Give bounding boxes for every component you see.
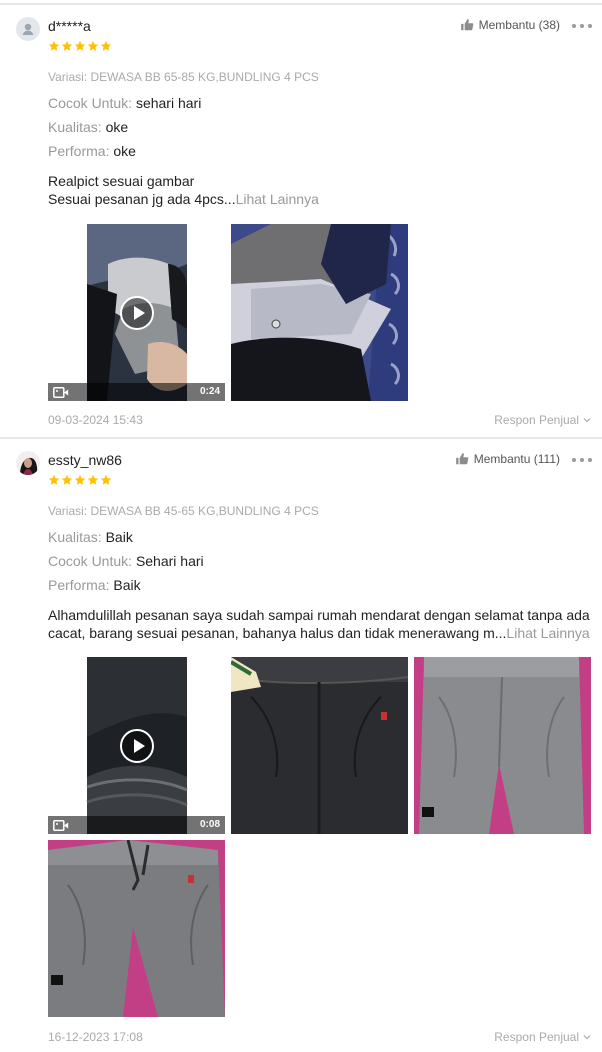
- review-text: Alhamdulillah pesanan saya sudah sampai …: [48, 606, 592, 642]
- review-text-line: Realpict sesuai gambar: [48, 173, 195, 189]
- attribute-row: Cocok Untuk: sehari hari: [48, 95, 201, 111]
- attribute-value: Sehari hari: [135, 553, 204, 569]
- attribute-value: Baik: [113, 577, 141, 593]
- chevron-down-icon: [582, 415, 592, 425]
- seller-response-label: Respon Penjual: [494, 1030, 579, 1044]
- review-photo-image: [48, 840, 225, 1017]
- star-icon: [74, 474, 86, 486]
- star-icon: [100, 40, 112, 52]
- review-photo-image: [231, 657, 408, 834]
- seller-response-toggle[interactable]: Respon Penjual: [494, 413, 592, 427]
- review-card: essty_nw86 Membantu (111) Variasi: DEWAS…: [0, 437, 602, 1052]
- star-icon: [74, 40, 86, 52]
- helpful-button[interactable]: Membantu (111): [455, 452, 560, 466]
- review-date: 16-12-2023 17:08: [48, 1030, 143, 1044]
- helpful-button[interactable]: Membantu (38): [460, 18, 560, 32]
- review-text-line: Sesuai pesanan jg ada 4pcs...: [48, 191, 236, 207]
- star-icon: [61, 474, 73, 486]
- star-icon: [48, 40, 60, 52]
- see-more-link[interactable]: Lihat Lainnya: [506, 625, 589, 641]
- star-icon: [100, 474, 112, 486]
- attribute-key: Performa:: [48, 577, 110, 593]
- attribute-row: Performa: Baik: [48, 577, 141, 593]
- video-info-bar: 0:24: [48, 383, 225, 401]
- review-username[interactable]: essty_nw86: [48, 452, 122, 468]
- attribute-value: oke: [105, 119, 129, 135]
- helpful-count: Membantu (111): [473, 452, 560, 466]
- review-photo[interactable]: [48, 840, 225, 1017]
- attribute-row: Kualitas: Baik: [48, 529, 133, 545]
- attribute-value: oke: [113, 143, 136, 159]
- video-camera-icon: [53, 387, 69, 398]
- play-icon[interactable]: [119, 728, 154, 763]
- star-icon: [87, 40, 99, 52]
- variant-info: Variasi: DEWASA BB 65-85 KG,BUNDLING 4 P…: [48, 70, 319, 84]
- star-icon: [61, 40, 73, 52]
- seller-response-label: Respon Penjual: [494, 413, 579, 427]
- thumbs-up-icon: [460, 18, 474, 32]
- more-dots-icon[interactable]: [572, 21, 592, 31]
- attribute-value: Baik: [105, 529, 133, 545]
- more-dots-icon[interactable]: [572, 455, 592, 465]
- video-info-bar: 0:08: [48, 816, 225, 834]
- variant-info: Variasi: DEWASA BB 45-65 KG,BUNDLING 4 P…: [48, 504, 319, 518]
- review-photo-image: [414, 657, 591, 834]
- review-text: Realpict sesuai gambar Sesuai pesanan jg…: [48, 172, 592, 208]
- review-video[interactable]: 0:24: [48, 224, 225, 401]
- user-avatar-icon[interactable]: [16, 451, 40, 475]
- attribute-key: Kualitas:: [48, 119, 102, 135]
- attribute-row: Kualitas: oke: [48, 119, 128, 135]
- attribute-key: Cocok Untuk:: [48, 553, 133, 569]
- helpful-count: Membantu (38): [478, 18, 560, 32]
- attribute-key: Cocok Untuk:: [48, 95, 133, 111]
- attribute-key: Performa:: [48, 143, 110, 159]
- attribute-row: Cocok Untuk: Sehari hari: [48, 553, 204, 569]
- review-date: 09-03-2024 15:43: [48, 413, 143, 427]
- review-text-line: Alhamdulillah pesanan saya sudah sampai …: [48, 607, 590, 623]
- rating-stars: [48, 40, 112, 52]
- review-photo[interactable]: [414, 657, 591, 834]
- attribute-key: Kualitas:: [48, 529, 102, 545]
- see-more-link[interactable]: Lihat Lainnya: [236, 191, 319, 207]
- review-photo[interactable]: [231, 224, 408, 401]
- video-duration: 0:08: [199, 819, 220, 830]
- thumbs-up-icon: [455, 452, 469, 466]
- star-icon: [48, 474, 60, 486]
- review-photo-image: [231, 224, 408, 401]
- user-avatar-icon[interactable]: [16, 17, 40, 41]
- attribute-value: sehari hari: [135, 95, 202, 111]
- video-camera-icon: [53, 820, 69, 831]
- review-text-line: cacat, barang sesuai pesanan, bahanya ha…: [48, 625, 507, 641]
- rating-stars: [48, 474, 112, 486]
- seller-response-toggle[interactable]: Respon Penjual: [494, 1030, 592, 1044]
- star-icon: [87, 474, 99, 486]
- review-photo[interactable]: [231, 657, 408, 834]
- play-icon[interactable]: [119, 295, 154, 330]
- review-username[interactable]: d*****a: [48, 18, 91, 34]
- attribute-row: Performa: oke: [48, 143, 136, 159]
- review-card: d*****a Membantu (38) Variasi: DEWASA BB…: [0, 3, 602, 435]
- chevron-down-icon: [582, 1032, 592, 1042]
- video-duration: 0:24: [199, 386, 220, 397]
- review-video[interactable]: 0:08: [48, 657, 225, 834]
